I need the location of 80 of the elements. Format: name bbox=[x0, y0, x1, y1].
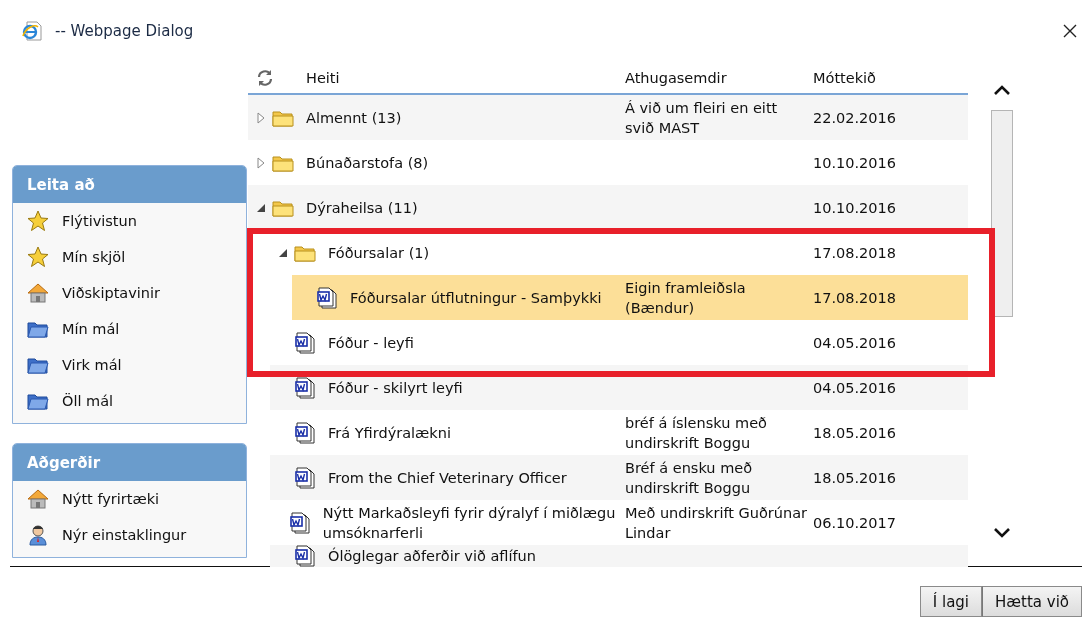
panel-header: Leita að bbox=[13, 166, 246, 203]
scrollbar-thumb[interactable] bbox=[991, 110, 1013, 317]
sidebar-item[interactable]: Flýtivistun bbox=[13, 203, 246, 239]
tree-row[interactable]: Dýraheilsa (11) 10.10.2016 bbox=[248, 185, 968, 230]
comment-text: Eigin framleiðsla (Bændur) bbox=[625, 279, 746, 316]
item-name: Frá Yfirdýralækni bbox=[328, 423, 451, 443]
date-text: 18.05.2016 bbox=[813, 424, 897, 441]
tree-row[interactable]: Ólöglegar aðferðir við aflífun bbox=[270, 545, 968, 567]
refresh-icon[interactable] bbox=[256, 68, 274, 87]
folder-icon bbox=[272, 153, 294, 172]
scroll-up-icon[interactable] bbox=[993, 84, 1011, 96]
folder-icon bbox=[272, 108, 294, 127]
close-icon[interactable] bbox=[1062, 23, 1078, 39]
tree-row[interactable]: Búnaðarstofa (8) 10.10.2016 bbox=[248, 140, 968, 185]
tree-row[interactable]: Fóður - leyfi 04.05.2016 bbox=[270, 320, 968, 365]
star-icon bbox=[27, 210, 49, 232]
date-text: 04.05.2016 bbox=[813, 379, 897, 396]
word-document-icon bbox=[294, 376, 316, 399]
word-document-icon bbox=[294, 466, 316, 489]
sidebar-item[interactable]: Virk mál bbox=[13, 347, 246, 383]
collapse-triangle-icon[interactable] bbox=[278, 247, 288, 258]
date-text: 10.10.2016 bbox=[813, 199, 897, 216]
date-text: 17.08.2018 bbox=[813, 244, 897, 261]
column-header[interactable]: Athugasemdir bbox=[625, 69, 727, 86]
tree-row[interactable]: Fóðursalar (1) 17.08.2018 bbox=[270, 230, 968, 275]
collapse-triangle-icon[interactable] bbox=[256, 202, 266, 213]
item-name: Dýraheilsa (11) bbox=[306, 198, 418, 218]
item-name: Búnaðarstofa (8) bbox=[306, 153, 429, 173]
comment-text: Bréf á ensku með undirskrift Boggu bbox=[625, 459, 753, 496]
star-icon bbox=[27, 246, 49, 268]
tree-row[interactable]: Frá Yfirdýralækni bréf á íslensku með undirskrift Boggu 18.05.2016 bbox=[270, 410, 968, 455]
sidebar-item[interactable]: Viðskiptavinir bbox=[13, 275, 246, 311]
date-text: 17.08.2018 bbox=[813, 289, 897, 306]
date-text: 18.05.2016 bbox=[813, 469, 897, 486]
tree-row[interactable]: Fóðursalar útflutningur - Samþykki Eigin framleiðsla (Bændur) 17.08.2018 bbox=[292, 275, 968, 320]
browser-icon bbox=[21, 20, 43, 42]
dialog-button[interactable]: Í lagi bbox=[919, 586, 983, 617]
sidebar-item[interactable]: Mín mál bbox=[13, 311, 246, 347]
date-text: 22.02.2016 bbox=[813, 109, 897, 126]
item-name: Fóðursalar (1) bbox=[328, 243, 430, 263]
item-name: Fóður - leyfi bbox=[328, 333, 414, 353]
expand-triangle-icon[interactable] bbox=[256, 156, 266, 169]
folder-icon bbox=[272, 198, 294, 217]
column-header[interactable]: Móttekið bbox=[813, 69, 876, 86]
comment-text: bréf á íslensku með undirskrift Boggu bbox=[625, 414, 767, 451]
folder-icon bbox=[27, 391, 49, 411]
folder-icon bbox=[27, 355, 49, 375]
item-name: Ólöglegar aðferðir við aflífun bbox=[328, 547, 536, 565]
word-document-icon bbox=[316, 286, 338, 309]
word-document-icon bbox=[294, 331, 316, 354]
date-text: 06.10.2017 bbox=[813, 514, 897, 531]
comment-text: Á við um fleiri en eitt svið MAST bbox=[625, 99, 778, 136]
expand-triangle-icon[interactable] bbox=[256, 111, 266, 124]
sidebar-item[interactable]: Nýtt fyrirtæki bbox=[13, 481, 246, 517]
house-icon bbox=[27, 488, 49, 510]
word-document-icon bbox=[294, 421, 316, 444]
comment-text: Með undirskrift Guðrúnar Lindar bbox=[625, 504, 808, 541]
item-name: From the Chief Veterinary Officer bbox=[328, 468, 567, 488]
house-icon bbox=[27, 282, 49, 304]
word-document-icon bbox=[294, 545, 316, 567]
date-text: 04.05.2016 bbox=[813, 334, 897, 351]
tree-row[interactable]: From the Chief Veterinary Officer Bréf á ensku með undirskrift Boggu 18.05.2016 bbox=[270, 455, 968, 500]
word-document-icon bbox=[288, 511, 311, 534]
person-icon bbox=[27, 524, 49, 546]
item-name: Fóðursalar útflutningur - Samþykki bbox=[350, 288, 602, 308]
tree-row[interactable]: Almennt (13) Á við um fleiri en eitt svið MAST 22.02.2016 bbox=[248, 95, 968, 140]
sidebar-item[interactable]: Mín skjöl bbox=[13, 239, 246, 275]
item-name: Almennt (13) bbox=[306, 108, 402, 128]
folder-icon bbox=[294, 243, 316, 262]
sidebar-item[interactable]: Nýr einstaklingur bbox=[13, 517, 246, 553]
item-name: Nýtt Markaðsleyfi fyrir dýralyf í miðlægu umsóknarferli bbox=[322, 503, 617, 543]
column-header[interactable]: Heiti bbox=[306, 69, 340, 86]
dialog-button[interactable]: Hætta við bbox=[982, 586, 1082, 617]
window-title: -- Webpage Dialog bbox=[55, 22, 195, 40]
item-name: Fóður - skilyrt leyfi bbox=[328, 378, 463, 398]
panel-header: Aðgerðir bbox=[13, 444, 246, 481]
folder-icon bbox=[27, 319, 49, 339]
scroll-down-icon[interactable] bbox=[993, 527, 1011, 539]
date-text: 10.10.2016 bbox=[813, 154, 897, 171]
sidebar-item[interactable]: Öll mál bbox=[13, 383, 246, 419]
